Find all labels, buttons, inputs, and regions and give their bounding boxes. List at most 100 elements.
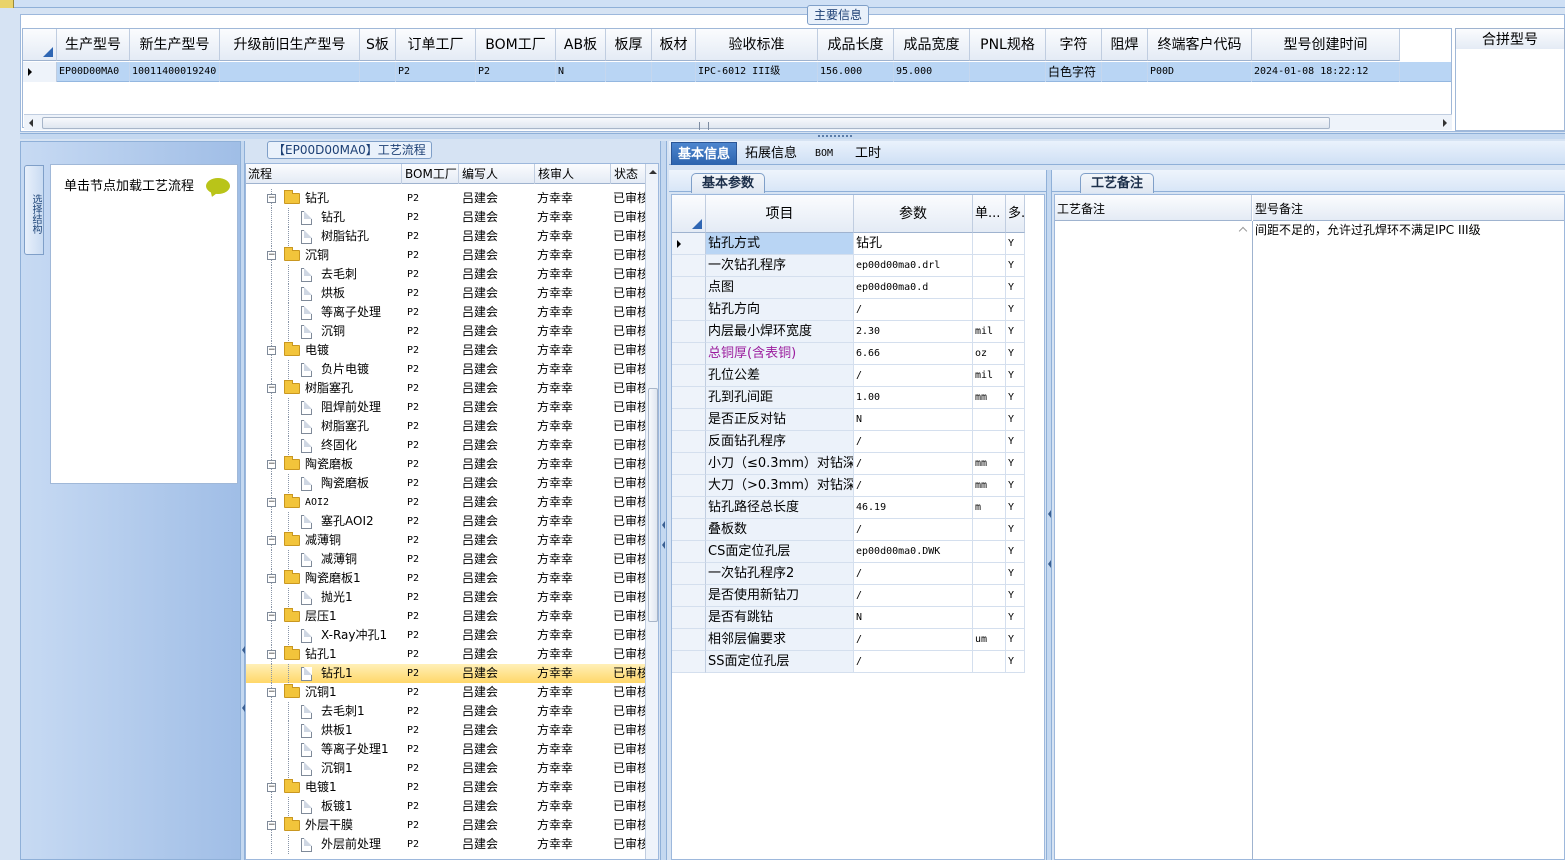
row-indicator[interactable] xyxy=(672,541,706,563)
row-indicator[interactable] xyxy=(672,321,706,343)
scroll-up-icon[interactable] xyxy=(1238,226,1248,236)
model-remark-text[interactable]: 间距不足的，允许过孔焊环不满足IPC III级 xyxy=(1255,222,1481,238)
row-indicator[interactable] xyxy=(672,475,706,497)
middle-splitter[interactable] xyxy=(660,141,667,860)
main-info-cell[interactable]: 10011400019240 xyxy=(130,62,220,82)
tree-row[interactable]: − 层压1 P2 吕建会 方幸幸 已审核 xyxy=(246,607,646,626)
row-indicator[interactable] xyxy=(672,409,706,431)
collapse-icon[interactable]: − xyxy=(267,536,276,545)
tree-row[interactable]: 树脂钻孔 P2 吕建会 方幸幸 已审核 xyxy=(246,227,646,246)
main-info-cell[interactable] xyxy=(360,62,396,82)
row-indicator[interactable] xyxy=(672,563,706,585)
param-row[interactable]: 反面钻孔程序 / Y xyxy=(672,431,1044,453)
param-row[interactable]: 相邻层偏要求 / um Y xyxy=(672,629,1044,651)
col-header-9[interactable]: 验收标准 xyxy=(696,29,818,61)
param-value-input[interactable]: / xyxy=(854,475,973,497)
load-process-hint[interactable]: 单击节点加载工艺流程 xyxy=(64,179,194,195)
main-grid-hscrollbar[interactable] xyxy=(24,114,1452,130)
param-value-input[interactable]: 1.00 xyxy=(854,387,973,409)
tree-row[interactable]: 阻焊前处理 P2 吕建会 方幸幸 已审核 xyxy=(246,398,646,417)
tree-col-header-1[interactable]: BOM工厂 xyxy=(403,164,459,184)
param-value-input[interactable]: / xyxy=(854,519,973,541)
scroll-up-icon[interactable] xyxy=(649,170,657,174)
collapse-icon[interactable]: − xyxy=(267,650,276,659)
tree-row[interactable]: 去毛刺 P2 吕建会 方幸幸 已审核 xyxy=(246,265,646,284)
param-value-input[interactable]: / xyxy=(854,651,973,673)
param-row[interactable]: CS面定位孔层 ep00d00ma0.DWK Y xyxy=(672,541,1044,563)
row-indicator[interactable] xyxy=(672,233,706,255)
tree-row[interactable]: 减薄铜 P2 吕建会 方幸幸 已审核 xyxy=(246,550,646,569)
row-indicator[interactable] xyxy=(672,453,706,475)
param-value-input[interactable]: / xyxy=(854,365,973,387)
tree-row[interactable]: 外层前处理 P2 吕建会 方幸幸 已审核 xyxy=(246,835,646,854)
param-row[interactable]: 一次钻孔程序 ep00d00ma0.drl Y xyxy=(672,255,1044,277)
col-header-1[interactable]: 新生产型号 xyxy=(130,29,220,61)
row-indicator[interactable] xyxy=(23,62,57,82)
param-value-input[interactable]: / xyxy=(854,299,973,321)
tab-process-remarks[interactable]: 工艺备注 xyxy=(1080,173,1154,193)
tree-col-header-3[interactable]: 核审人 xyxy=(536,164,611,184)
row-indicator[interactable] xyxy=(672,651,706,673)
row-indicator[interactable] xyxy=(672,299,706,321)
param-row[interactable]: 钻孔方向 / Y xyxy=(672,299,1044,321)
col-header-7[interactable]: 板厚 xyxy=(606,29,652,61)
scroll-left-icon[interactable] xyxy=(29,119,33,127)
row-indicator[interactable] xyxy=(672,607,706,629)
tree-row[interactable]: 等离子处理1 P2 吕建会 方幸幸 已审核 xyxy=(246,740,646,759)
collapse-icon[interactable]: − xyxy=(267,498,276,507)
tree-row[interactable]: − 外层干膜 P2 吕建会 方幸幸 已审核 xyxy=(246,816,646,835)
col-header-12[interactable]: PNL规格 xyxy=(970,29,1046,61)
collapse-icon[interactable]: − xyxy=(267,574,276,583)
row-indicator[interactable] xyxy=(672,585,706,607)
tree-row[interactable]: 抛光1 P2 吕建会 方幸幸 已审核 xyxy=(246,588,646,607)
param-row[interactable]: 钻孔方式 钻孔 Y xyxy=(672,233,1044,255)
main-info-cell[interactable]: IPC-6012 III级 xyxy=(696,62,818,82)
tree-row[interactable]: − AOI2 P2 吕建会 方幸幸 已审核 xyxy=(246,493,646,512)
tree-row[interactable]: 去毛刺1 P2 吕建会 方幸幸 已审核 xyxy=(246,702,646,721)
structure-panel[interactable] xyxy=(50,164,238,484)
tree-row[interactable]: − 减薄铜 P2 吕建会 方幸幸 已审核 xyxy=(246,531,646,550)
select-structure-tab[interactable]: 选择结构 xyxy=(24,165,44,255)
param-row[interactable]: 是否正反对钻 N Y xyxy=(672,409,1044,431)
tree-row[interactable]: 烘板 P2 吕建会 方幸幸 已审核 xyxy=(246,284,646,303)
tree-row[interactable]: 烘板1 P2 吕建会 方幸幸 已审核 xyxy=(246,721,646,740)
param-row[interactable]: 总铜厚(含表铜) 6.66 oz Y xyxy=(672,343,1044,365)
col-header-11[interactable]: 成品宽度 xyxy=(894,29,970,61)
col-header-8[interactable]: 板材 xyxy=(652,29,696,61)
tree-row[interactable]: X-Ray冲孔1 P2 吕建会 方幸幸 已审核 xyxy=(246,626,646,645)
collapse-icon[interactable]: − xyxy=(267,346,276,355)
param-col-header-3[interactable]: 多... xyxy=(1006,195,1025,233)
tab-work-hours[interactable]: 工时 xyxy=(849,142,887,165)
main-info-cell[interactable] xyxy=(1102,62,1148,82)
row-indicator[interactable] xyxy=(672,277,706,299)
tree-row[interactable]: − 沉铜1 P2 吕建会 方幸幸 已审核 xyxy=(246,683,646,702)
col-header-16[interactable]: 型号创建时间 xyxy=(1252,29,1400,61)
param-row[interactable]: 叠板数 / Y xyxy=(672,519,1044,541)
param-value-input[interactable]: 2.30 xyxy=(854,321,973,343)
tree-row[interactable]: 陶瓷磨板 P2 吕建会 方幸幸 已审核 xyxy=(246,474,646,493)
row-indicator[interactable] xyxy=(672,343,706,365)
tree-row[interactable]: − 钻孔1 P2 吕建会 方幸幸 已审核 xyxy=(246,645,646,664)
tree-row[interactable]: 负片电镀 P2 吕建会 方幸幸 已审核 xyxy=(246,360,646,379)
col-header-0[interactable]: 生产型号 xyxy=(57,29,130,61)
row-indicator[interactable] xyxy=(672,629,706,651)
tab-bom[interactable]: BOM xyxy=(809,142,839,165)
tree-row[interactable]: 树脂塞孔 P2 吕建会 方幸幸 已审核 xyxy=(246,417,646,436)
param-value-input[interactable]: / xyxy=(854,431,973,453)
main-info-cell[interactable] xyxy=(652,62,696,82)
main-info-cell[interactable]: 156.000 xyxy=(818,62,894,82)
horizontal-splitter[interactable] xyxy=(20,133,1565,139)
tree-row[interactable]: − 树脂塞孔 P2 吕建会 方幸幸 已审核 xyxy=(246,379,646,398)
tree-row[interactable]: 终固化 P2 吕建会 方幸幸 已审核 xyxy=(246,436,646,455)
tree-row[interactable]: 塞孔AOI2 P2 吕建会 方幸幸 已审核 xyxy=(246,512,646,531)
main-info-cell[interactable]: P2 xyxy=(396,62,476,82)
row-indicator[interactable] xyxy=(672,365,706,387)
collapse-icon[interactable]: − xyxy=(267,194,276,203)
main-info-cell[interactable] xyxy=(606,62,652,82)
tree-row[interactable]: − 电镀1 P2 吕建会 方幸幸 已审核 xyxy=(246,778,646,797)
tree-row[interactable]: 板镀1 P2 吕建会 方幸幸 已审核 xyxy=(246,797,646,816)
param-row[interactable]: 小刀（≤0.3mm）对钻深度 / mm Y xyxy=(672,453,1044,475)
row-indicator[interactable] xyxy=(672,387,706,409)
col-header-10[interactable]: 成品长度 xyxy=(818,29,894,61)
tree-row[interactable]: − 沉铜 P2 吕建会 方幸幸 已审核 xyxy=(246,246,646,265)
